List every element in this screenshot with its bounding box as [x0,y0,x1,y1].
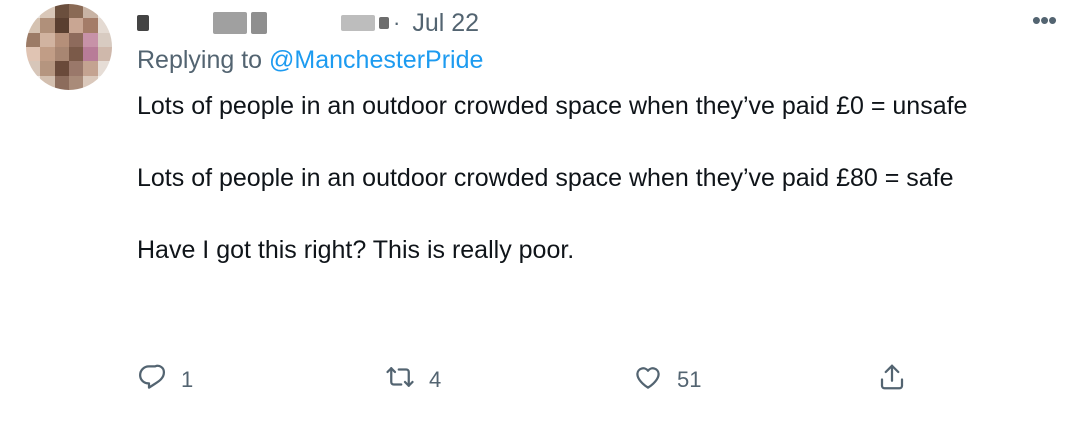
separator-dot: · [393,10,401,35]
tweet-text: Lots of people in an outdoor crowded spa… [137,88,1037,268]
like-button[interactable]: 51 [633,360,701,400]
tweet-paragraph: Lots of people in an outdoor crowded spa… [137,164,954,192]
share-button[interactable] [877,360,921,400]
tweet-date[interactable]: Jul 22 [412,9,479,38]
redacted-display-name[interactable] [137,12,389,34]
more-dots-icon[interactable]: ••• [1028,4,1060,36]
tweet[interactable]: · Jul 22 ••• Replying to @ManchesterPrid… [0,0,1080,421]
retweet-arrows-icon [385,362,415,398]
tweet-actions: 1 4 51 [137,360,937,400]
heart-icon [633,362,663,398]
tweet-header: · Jul 22 [137,6,479,40]
replying-to: Replying to @ManchesterPride [137,46,483,75]
reply-count: 1 [181,367,194,392]
tweet-paragraph: Have I got this right? This is really po… [137,236,575,264]
replying-to-handle[interactable]: @ManchesterPride [269,46,483,74]
tweet-paragraph: Lots of people in an outdoor crowded spa… [137,92,968,120]
avatar[interactable] [26,4,112,90]
speech-bubble-icon [137,362,167,398]
retweet-button[interactable]: 4 [385,360,441,400]
like-count: 51 [677,367,702,392]
retweet-count: 4 [429,367,442,392]
share-upload-icon [877,362,907,398]
replying-to-label: Replying to [137,46,263,74]
reply-button[interactable]: 1 [137,360,193,400]
